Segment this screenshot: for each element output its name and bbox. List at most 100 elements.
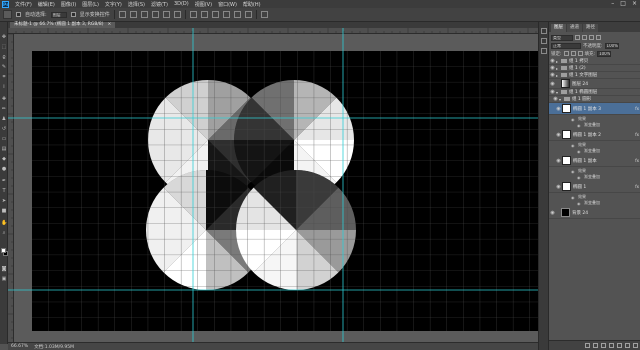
visibility-eye-icon[interactable]: ◉ [549,89,556,95]
visibility-eye-icon[interactable]: ◉ [555,158,562,164]
eraser-tool-icon[interactable]: ▭ [1,136,7,142]
layer-row[interactable]: ◉ 椭圆 1 副本 2 fx [549,129,640,141]
close-button[interactable]: × [632,0,637,8]
kind-filter-dropdown[interactable]: 类型 [551,34,573,41]
move-tool-icon[interactable] [3,10,12,19]
layer-row-group[interactable]: ◉ ▸ 组 1 文字图层 [549,72,640,79]
path-select-tool-icon[interactable]: ➤ [1,198,7,204]
shape-tool-icon[interactable]: ■ [1,208,7,214]
visibility-eye-icon[interactable]: ◉ [571,195,576,200]
filter-shape-icon[interactable] [596,35,601,40]
visibility-eye-icon[interactable]: ◉ [571,117,576,122]
menu-filter[interactable]: 滤镜(T) [148,1,171,8]
distribute-vcenter-icon[interactable] [200,11,208,18]
link-layers-icon[interactable] [585,343,590,348]
auto-select-checkbox[interactable] [16,12,21,17]
move-tool-icon[interactable]: ✥ [1,34,7,40]
layer-row-group[interactable]: ◉ ▸ 组 1 (2) [549,65,640,72]
effect-item[interactable]: ◉ 渐变叠加 [577,148,640,154]
properties-icon[interactable] [541,38,547,44]
visibility-eye-icon[interactable]: ◉ [577,175,582,180]
layer-row[interactable]: ◉ 图层 24 [549,79,640,89]
tab-channels[interactable]: 通道 [567,24,582,32]
menu-edit[interactable]: 编辑(E) [35,1,58,8]
lock-all-icon[interactable] [577,51,583,56]
menu-help[interactable]: 帮助(H) [240,1,264,8]
menu-layer[interactable]: 图层(L) [79,1,102,8]
distribute-bottom-icon[interactable] [211,11,219,18]
menu-select[interactable]: 选择(S) [125,1,148,8]
layer-row-selected[interactable]: ◉ 椭圆 1 副本 3 fx [549,103,640,115]
auto-align-icon[interactable] [260,11,268,18]
layer-row-group[interactable]: ◉ ▾ 组 1 圆形 [549,96,640,103]
blur-tool-icon[interactable]: ◆ [1,156,7,162]
align-vcenter-icon[interactable] [129,11,137,18]
visibility-eye-icon[interactable]: ◉ [577,123,582,128]
fill-field[interactable]: 100% [597,50,612,57]
gradient-tool-icon[interactable]: ▤ [1,146,7,152]
visibility-eye-icon[interactable]: ◉ [577,201,582,206]
visibility-eye-icon[interactable]: ◉ [552,96,559,102]
adjustments-icon[interactable] [541,48,547,54]
visibility-eye-icon[interactable]: ◉ [555,106,562,112]
menu-file[interactable]: 文件(F) [12,1,35,8]
fx-badge[interactable]: fx [635,106,639,111]
fx-icon[interactable] [593,343,598,348]
visibility-eye-icon[interactable]: ◉ [549,58,556,64]
effect-item[interactable]: ◉ 渐变叠加 [577,174,640,180]
align-left-icon[interactable] [151,11,159,18]
history-brush-tool-icon[interactable]: ↺ [1,126,7,132]
dodge-tool-icon[interactable]: ● [1,166,7,172]
adjustment-layer-icon[interactable] [609,343,614,348]
align-right-icon[interactable] [173,11,181,18]
visibility-eye-icon[interactable]: ◉ [571,169,576,174]
lock-pixels-icon[interactable] [563,51,569,56]
menu-3d[interactable]: 3D(D) [171,1,192,7]
opacity-field[interactable]: 100% [604,42,619,49]
align-bottom-icon[interactable] [140,11,148,18]
blend-mode-dropdown[interactable]: 正常 [551,42,581,49]
layer-row[interactable]: ◉ 椭圆 1 副本 fx [549,155,640,167]
visibility-eye-icon[interactable]: ◉ [577,149,582,154]
maximize-button[interactable]: □ [620,0,626,8]
filter-type-icon[interactable] [589,35,594,40]
new-group-icon[interactable] [617,343,622,348]
align-top-icon[interactable] [118,11,126,18]
crop-tool-icon[interactable]: ⌗ [1,74,7,80]
zoom-level[interactable]: 66.67% [11,344,28,349]
brush-tool-icon[interactable]: ✏ [1,106,7,112]
healing-brush-tool-icon[interactable]: ✚ [1,96,7,102]
history-icon[interactable] [541,28,547,34]
layer-row-group[interactable]: ◉ ▸ 组 1 拷贝 [549,58,640,65]
layer-select-dropdown[interactable]: 图层 [50,11,67,18]
minimize-button[interactable]: – [611,0,614,8]
zoom-tool-icon[interactable]: ⌕ [1,230,7,236]
screen-mode-icon[interactable]: ▣ [1,276,7,282]
fx-badge[interactable]: fx [635,184,639,189]
effect-item[interactable]: ◉ 渐变叠加 [577,200,640,206]
effect-item[interactable]: ◉ 渐变叠加 [577,122,640,128]
layer-row-group[interactable]: ◉ ▾ 组 1 椭圆图层 [549,89,640,96]
tab-layers[interactable]: 图层 [551,24,566,32]
layer-row[interactable]: ◉ 椭圆 1 fx [549,181,640,193]
distribute-top-icon[interactable] [189,11,197,18]
trash-icon[interactable] [633,343,638,348]
visibility-eye-icon[interactable]: ◉ [549,210,556,216]
menu-image[interactable]: 图像(I) [58,1,79,8]
lasso-tool-icon[interactable]: ϱ [1,54,7,60]
new-layer-icon[interactable] [625,343,630,348]
type-tool-icon[interactable]: T [1,188,7,194]
fx-badge[interactable]: fx [635,132,639,137]
align-hcenter-icon[interactable] [162,11,170,18]
visibility-eye-icon[interactable]: ◉ [555,132,562,138]
visibility-eye-icon[interactable]: ◉ [549,81,556,87]
hand-tool-icon[interactable]: ✋ [1,220,7,226]
quick-mask-icon[interactable]: ◙ [1,266,7,272]
distribute-right-icon[interactable] [244,11,252,18]
visibility-eye-icon[interactable]: ◉ [549,72,556,78]
visibility-eye-icon[interactable]: ◉ [555,184,562,190]
visibility-eye-icon[interactable]: ◉ [571,143,576,148]
layer-row[interactable]: ◉ 背景 24 [549,207,640,219]
visibility-eye-icon[interactable]: ◉ [549,65,556,71]
menu-window[interactable]: 窗口(W) [215,1,240,8]
